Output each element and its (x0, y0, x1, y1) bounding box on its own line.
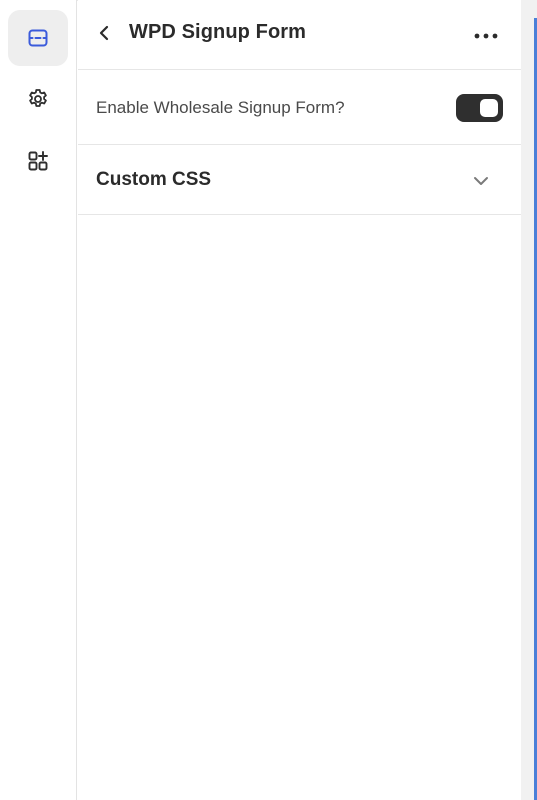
back-button[interactable] (92, 22, 116, 48)
page-title: WPD Signup Form (129, 21, 307, 43)
more-horizontal-icon (474, 26, 498, 44)
rail-item-settings[interactable] (8, 71, 68, 127)
more-options-button[interactable] (471, 22, 501, 48)
sections-icon (26, 26, 50, 50)
chevron-down-icon (471, 171, 491, 191)
enable-signup-label: Enable Wholesale Signup Form? (96, 98, 345, 117)
left-rail (0, 0, 77, 800)
rail-item-sections[interactable] (8, 10, 68, 66)
rail-item-apps[interactable] (8, 133, 68, 189)
toggle-knob (480, 99, 498, 117)
apps-add-icon (26, 149, 50, 173)
settings-panel: WPD Signup Form Enable Wholesale Signup … (78, 0, 521, 800)
enable-signup-toggle[interactable] (456, 94, 503, 122)
custom-css-accordion[interactable]: Custom CSS (78, 145, 521, 215)
gear-icon (26, 87, 50, 111)
panel-header: WPD Signup Form (78, 0, 521, 70)
enable-signup-row: Enable Wholesale Signup Form? (78, 70, 521, 145)
app-window: WPD Signup Form Enable Wholesale Signup … (0, 0, 537, 800)
chevron-left-icon (97, 25, 111, 46)
custom-css-label: Custom CSS (96, 169, 212, 190)
